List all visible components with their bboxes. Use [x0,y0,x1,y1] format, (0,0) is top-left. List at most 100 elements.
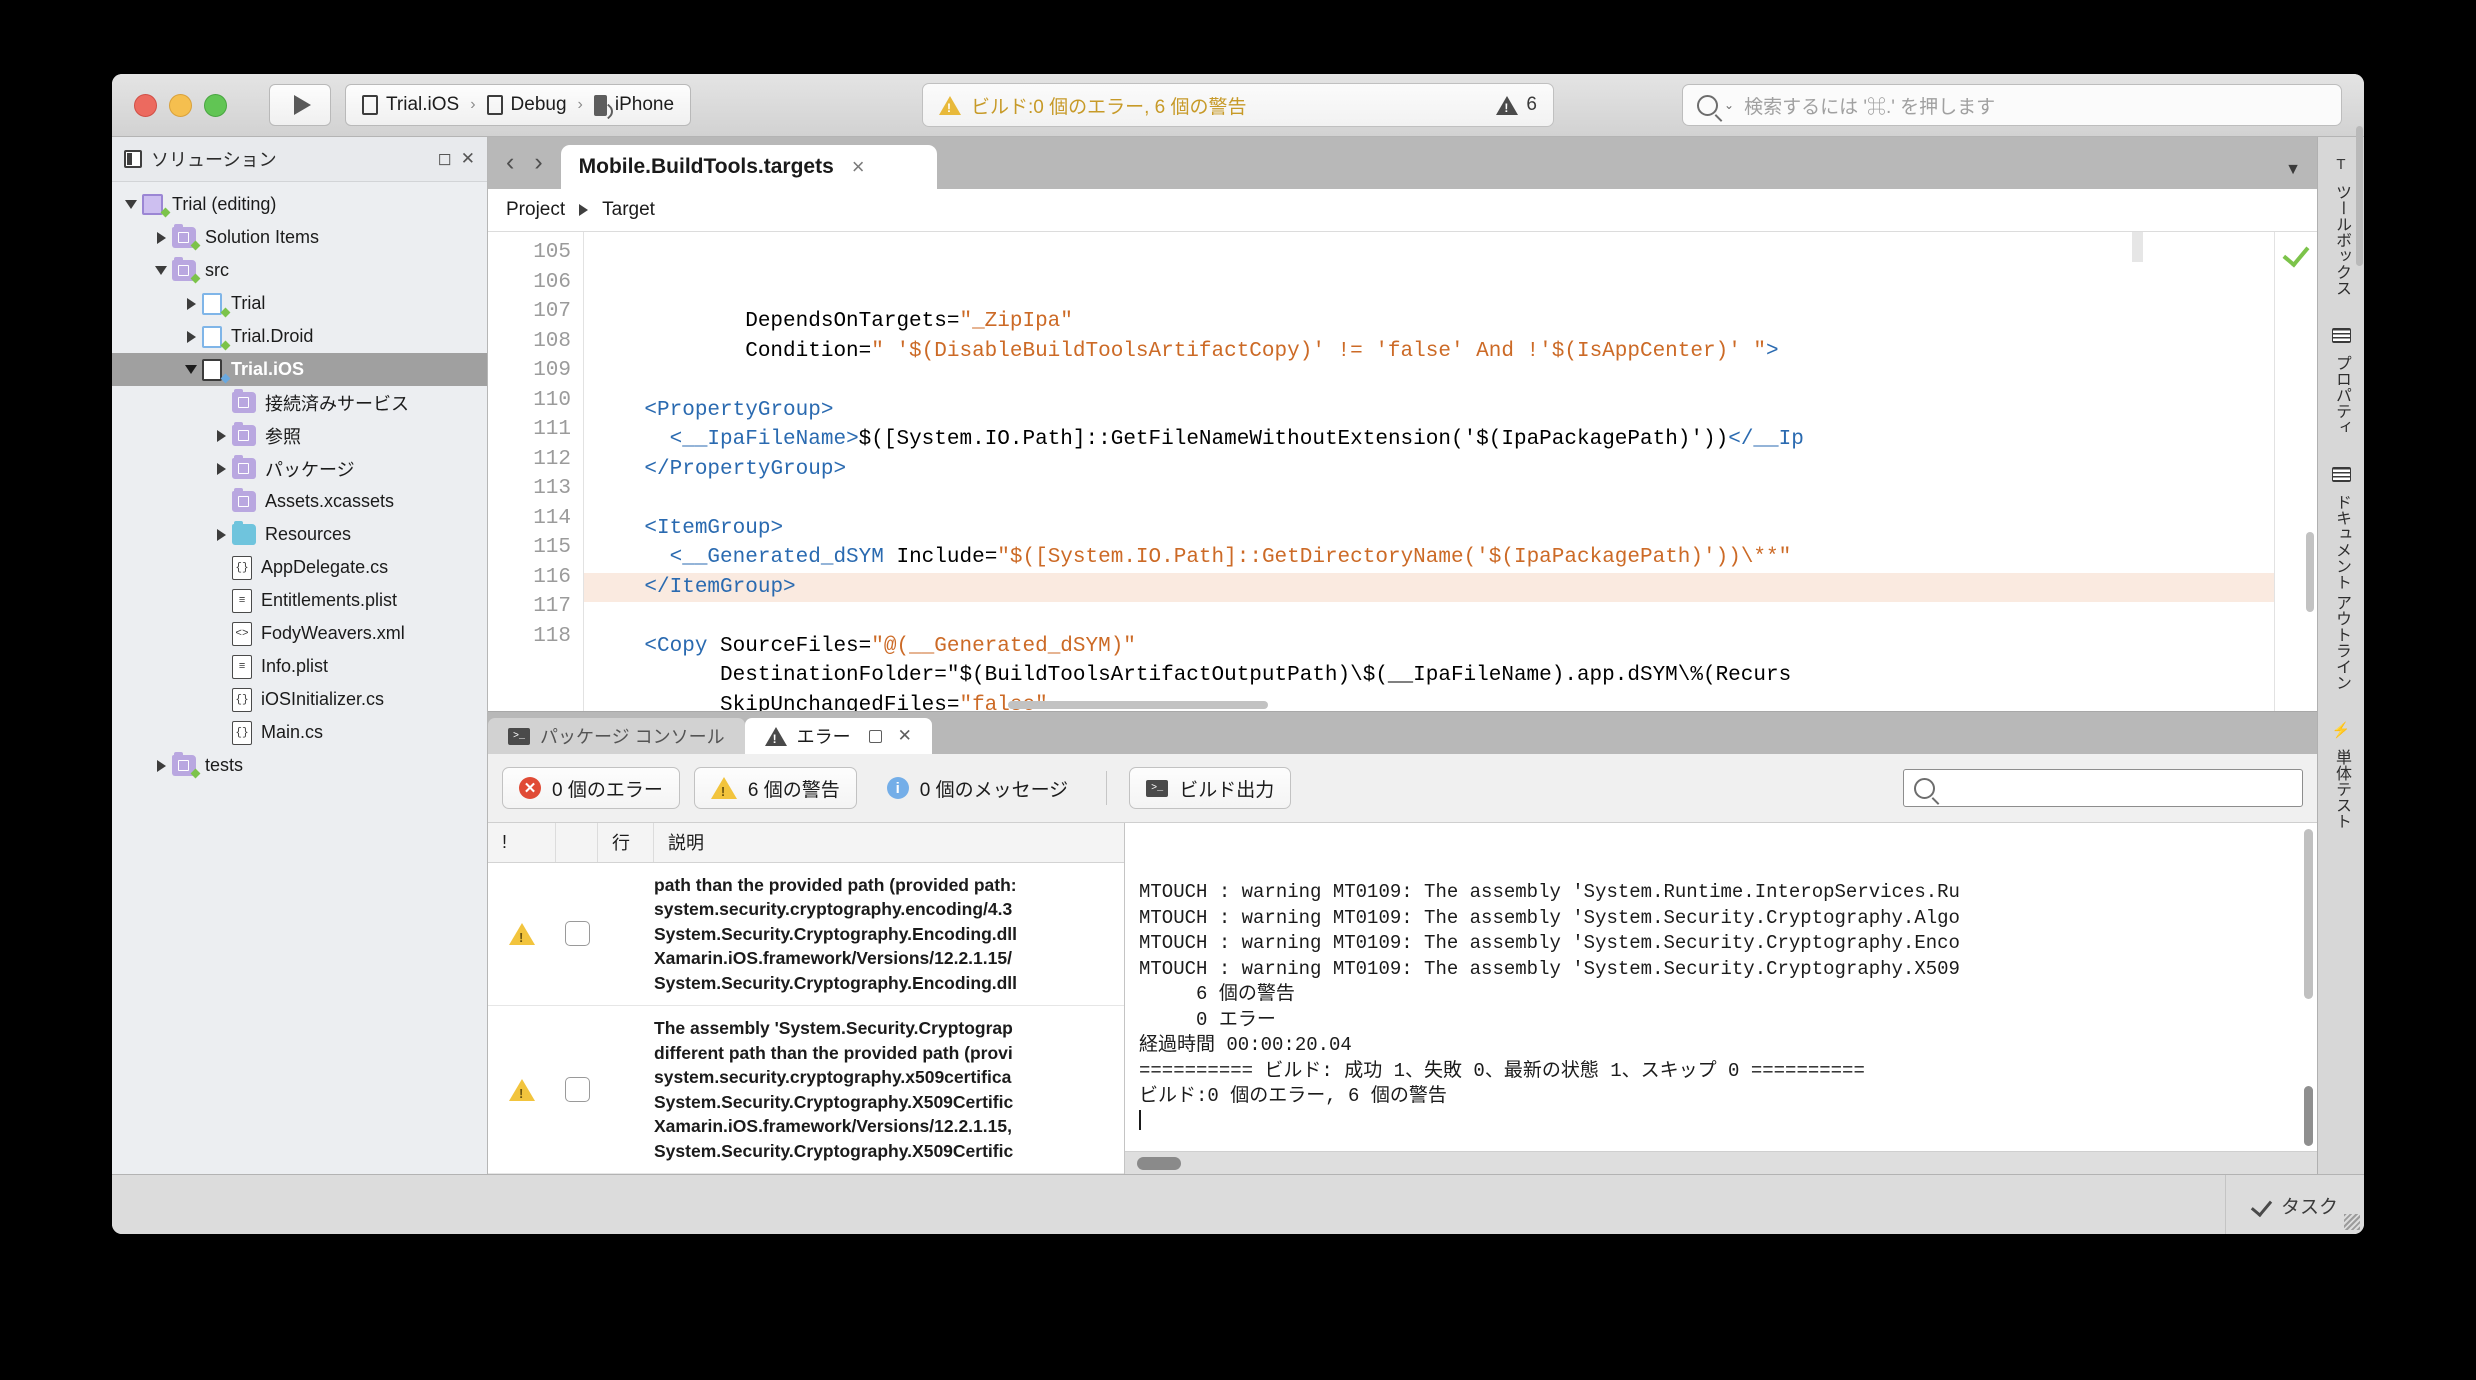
code-line[interactable]: DependsOnTargets="_ZipIpa" [584,307,2274,337]
solution-pad-scrollbar[interactable] [2356,126,2363,266]
editor-nav-arrows[interactable]: ‹ › [488,148,561,189]
minimize-window-button[interactable] [169,93,192,117]
tree-item[interactable]: 接続済みサービス [112,386,487,419]
twisty-icon[interactable] [150,266,172,275]
right-dock-pad[interactable]: ⚡ 単体テスト [2329,720,2353,830]
error-list[interactable]: ! 行 説明 path than the provided path (prov… [488,823,1125,1174]
right-pad-dock[interactable]: T ツールボックスプロパティドキュメント アウトライン ⚡ 単体テスト [2317,137,2364,1174]
tree-item[interactable]: {} iOSInitializer.cs [112,683,487,716]
editor-vertical-scrollbar[interactable] [2306,532,2314,612]
tree-item[interactable]: Trial (editing) [112,188,487,221]
filter-errors-button[interactable]: ✕ 0 個のエラー [502,767,680,809]
configuration-segment[interactable]: Debug [486,94,567,116]
tree-item[interactable]: Assets.xcassets [112,485,487,518]
close-icon[interactable]: ✕ [898,726,912,746]
console-scrollbar-thumb[interactable] [2304,1086,2313,1146]
code-line[interactable]: <__IpaFileName>$([System.IO.Path]::GetFi… [584,425,2274,455]
code-line[interactable]: </PropertyGroup> [584,455,2274,485]
code-line[interactable]: SkipUnchangedFiles="false" [584,691,2274,712]
bottom-pad-tabs[interactable]: >_ パッケージ コンソール エラー ✕ [488,712,2317,754]
tree-item[interactable]: {} Main.cs [112,716,487,749]
tree-item[interactable]: {} AppDelegate.cs [112,551,487,584]
tab-package-console[interactable]: >_ パッケージ コンソール [488,718,745,754]
solution-tree[interactable]: Trial (editing) Solution Items src Trial Tri… [112,182,487,1174]
code-line[interactable]: DestinationFolder="$(BuildToolsArtifactO… [584,661,2274,691]
twisty-icon[interactable] [180,330,202,343]
row-checkbox[interactable] [564,1077,590,1102]
device-segment[interactable]: iPhone [593,94,674,116]
tree-item[interactable]: Resources [112,518,487,551]
twisty-icon[interactable] [150,231,172,244]
right-dock-pad[interactable]: T ツールボックス [2329,155,2353,296]
table-row[interactable]: The assembly 'System.Security.Cryptograp… [488,1006,1124,1174]
error-rows-container[interactable]: path than the provided path (provided pa… [488,863,1124,1174]
maximize-window-button[interactable] [204,93,227,117]
filter-warnings-button[interactable]: 6 個の警告 [693,767,857,809]
tree-item[interactable]: 参照 [112,419,487,452]
warning-count-indicator[interactable]: 6 [1496,94,1537,116]
resize-grip[interactable] [2344,1214,2360,1230]
tree-item[interactable]: Trial.iOS [112,353,487,386]
code-content[interactable]: DependsOnTargets="_ZipIpa" Condition=" '… [584,232,2274,711]
row-checkbox[interactable] [564,921,590,947]
code-line[interactable]: <PropertyGroup> [584,396,2274,426]
tree-item[interactable]: tests [112,749,487,782]
breadcrumb-project[interactable]: Project [506,199,565,221]
tree-item[interactable]: ≡ Entitlements.plist [112,584,487,617]
build-status-bar[interactable]: ビルド:0 個のエラー, 6 個の警告 6 [922,83,1554,127]
console-hscroll-thumb[interactable] [1137,1157,1181,1170]
twisty-icon[interactable] [180,297,202,310]
twisty-icon[interactable] [150,759,172,772]
build-output-console[interactable]: MTOUCH : warning MT0109: The assembly 'S… [1125,823,2317,1174]
chevron-down-icon[interactable]: ▼ [2285,161,2301,179]
code-line[interactable]: </ItemGroup> [584,572,2274,602]
breadcrumb[interactable]: Project Target [488,189,2317,232]
tree-item[interactable]: Solution Items [112,221,487,254]
build-output-button[interactable]: >_ ビルド出力 [1129,767,1292,809]
run-button[interactable] [269,84,331,126]
twisty-icon[interactable] [210,528,232,541]
global-search-input[interactable]: ⌄ 検索するには '⌘.' を押します [1682,84,2342,126]
editor-horizontal-scrollbar[interactable] [1008,701,1268,709]
pin-pad-button[interactable] [868,729,882,743]
nav-forward-icon[interactable]: › [534,148,542,177]
nav-back-icon[interactable]: ‹ [506,148,514,177]
tree-item[interactable]: ≡ Info.plist [112,650,487,683]
code-line[interactable]: <Copy SourceFiles="@(__Generated_dSYM)" [584,632,2274,662]
tree-item[interactable]: src [112,254,487,287]
code-line[interactable] [584,366,2274,396]
pin-pad-button[interactable]: ◻ [438,149,452,169]
tree-item[interactable]: Trial.Droid [112,320,487,353]
tree-item[interactable]: パッケージ [112,452,487,485]
tab-errors[interactable]: エラー ✕ [744,718,932,754]
twisty-icon[interactable] [210,429,232,442]
code-line[interactable] [584,602,2274,632]
breadcrumb-target[interactable]: Target [602,199,655,221]
twisty-icon[interactable] [210,462,232,475]
table-row[interactable]: path than the provided path (provided pa… [488,863,1124,1006]
run-configuration-selector[interactable]: Trial.iOS › Debug › iPhone [345,84,692,126]
right-dock-pad[interactable]: ドキュメント アウトライン [2329,465,2353,690]
close-pad-button[interactable]: ✕ [461,149,475,169]
error-search-input[interactable] [1903,769,2303,807]
twisty-icon[interactable] [120,200,142,209]
editor-tab-active[interactable]: Mobile.BuildTools.targets × [560,145,937,189]
twisty-icon[interactable] [180,365,202,374]
row-checkbox-cell[interactable] [556,1016,598,1163]
filter-messages-button[interactable]: i 0 個のメッセージ [871,767,1084,809]
tree-item[interactable]: <> FodyWeavers.xml [112,617,487,650]
code-line[interactable]: <__Generated_dSYM Include="$([System.IO.… [584,543,2274,573]
close-icon[interactable]: × [852,154,865,180]
project-segment[interactable]: Trial.iOS [362,94,459,116]
code-line[interactable]: <ItemGroup> [584,514,2274,544]
right-dock-pad[interactable]: プロパティ [2329,326,2353,435]
console-scrollbar-track[interactable] [2304,829,2313,999]
code-editor[interactable]: 105 106 107 108 109 110 111 112 113 114 115 116 117 1… [488,232,2317,711]
tree-item[interactable]: Trial [112,287,487,320]
console-horizontal-scrollbar[interactable] [1125,1151,2317,1174]
close-window-button[interactable] [134,93,157,117]
row-checkbox-cell[interactable] [556,873,598,996]
window-controls[interactable] [134,93,227,117]
code-line[interactable] [584,484,2274,514]
code-line[interactable]: Condition=" '$(DisableBuildToolsArtifact… [584,337,2274,367]
